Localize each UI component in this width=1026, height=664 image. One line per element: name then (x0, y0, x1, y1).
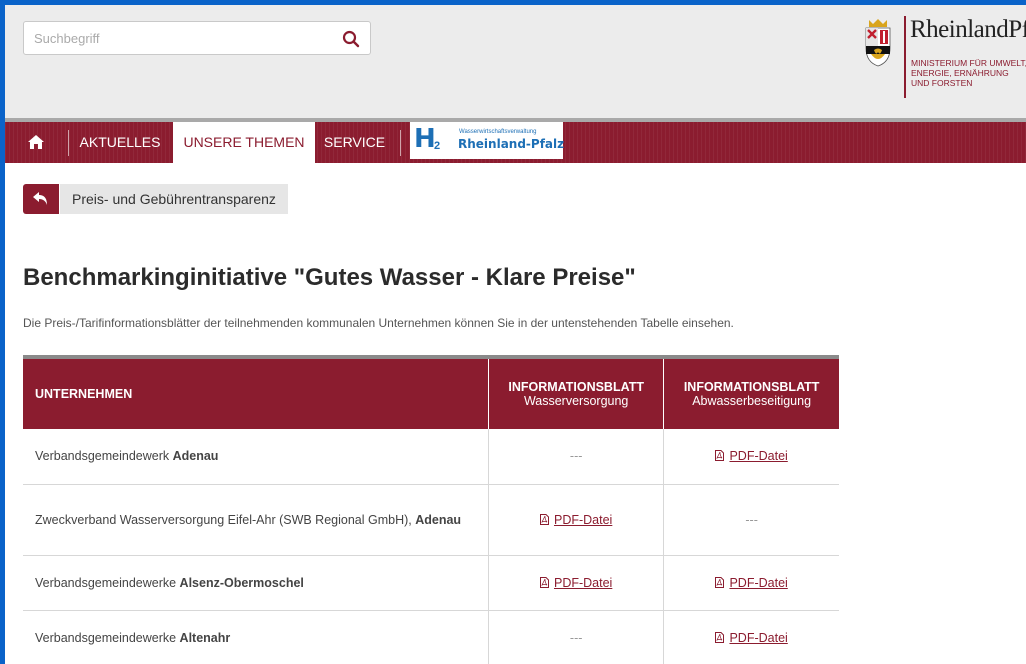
page-title: Benchmarkinginitiative "Gutes Wasser - K… (23, 264, 636, 291)
page: Rheinland⁠Pfal MINISTERIUM FÜR UMWELT, E… (5, 5, 1026, 664)
companies-table: UNTERNEHMEN INFORMATIONSBLATT Wasservers… (23, 355, 839, 664)
nav-separator (400, 130, 401, 156)
back-button[interactable] (23, 184, 59, 214)
nav-unsere-themen[interactable]: UNSERE THEMEN (173, 122, 315, 163)
partner-logo-small: Wasserwirtschaftsverwaltung (459, 129, 537, 135)
company-name: Verbandsgemeindewerke Altenahr (23, 610, 490, 664)
site-header: Rheinland⁠Pfal MINISTERIUM FÜR UMWELT, E… (5, 5, 1026, 118)
nav-aktuelles[interactable]: AKTUELLES (69, 122, 171, 163)
back-arrow-icon (33, 192, 47, 205)
home-icon (28, 135, 44, 149)
rlp-ministry-logo[interactable]: Rheinland⁠Pfal MINISTERIUM FÜR UMWELT, E… (863, 14, 1026, 104)
breadcrumb[interactable]: Preis- und Gebührentransparenz (60, 184, 288, 214)
page-intro: Die Preis-/Tarifinformationsblätter der … (23, 316, 734, 330)
search-icon[interactable] (342, 30, 360, 48)
table-row: Verbandsgemeindewerke Altenahr --- PDF-Dat… (23, 610, 839, 664)
header-waste: INFORMATIONSBLATT Abwasserbeseitigung (683, 380, 820, 408)
table-row: Verbandsgemeindewerk Adenau --- PDF-Datei (23, 429, 839, 485)
no-document: --- (745, 512, 758, 527)
nav-service[interactable]: SERVICE (316, 122, 393, 163)
water-cell: PDF-Datei (488, 555, 665, 611)
pdf-link[interactable]: PDF-Datei (539, 576, 612, 590)
pdf-icon (715, 631, 725, 643)
pdf-icon (539, 513, 549, 525)
waste-cell: PDF-Datei (663, 555, 839, 611)
water-cell: PDF-Datei (488, 484, 665, 556)
pdf-link[interactable]: PDF-Datei (715, 576, 788, 590)
table-row: Zweckverband Wasserversorgung Eifel-Ahr … (23, 484, 839, 556)
water-cell: --- (488, 610, 665, 664)
no-document: --- (569, 449, 583, 464)
search-input[interactable] (24, 22, 334, 54)
waste-cell: PDF-Datei (663, 610, 839, 664)
main-navigation: AKTUELLES UNSERE THEMEN SERVICE H 2 Wass… (5, 122, 1026, 163)
logo-divider (904, 16, 906, 98)
nav-home[interactable] (5, 122, 67, 163)
waste-cell: --- (663, 484, 839, 556)
table-row: Verbandsgemeindewerke Alsenz-Obermoschel… (23, 555, 839, 611)
logo-subtitle: MINISTERIUM FÜR UMWELT, ENERGIE, ERNÄHRU… (911, 58, 1026, 88)
coat-of-arms-icon (865, 19, 891, 67)
pdf-icon (715, 450, 725, 462)
pdf-icon (715, 576, 725, 588)
company-name: Verbandsgemeindewerk Adenau (23, 429, 490, 485)
search-box[interactable] (23, 21, 371, 55)
table-header-row: UNTERNEHMEN INFORMATIONSBLATT Wasservers… (23, 357, 839, 429)
water-cell: --- (488, 429, 665, 485)
wasserwirtschaft-logo[interactable]: H 2 Wasserwirtschaftsverwaltung Rheinlan… (410, 122, 565, 159)
h2o-mark: H (414, 124, 436, 154)
company-name: Verbandsgemeindewerke Alsenz-Obermoschel (23, 555, 490, 611)
no-document: --- (569, 630, 583, 645)
h2o-mark-sub: 2 (434, 140, 441, 152)
company-name: Zweckverband Wasserversorgung Eifel-Ahr … (23, 484, 490, 556)
header-company: UNTERNEHMEN (23, 357, 490, 429)
pdf-link[interactable]: PDF-Datei (715, 631, 788, 645)
partner-logo-big: Rheinland-Pfalz (458, 137, 565, 151)
pdf-link[interactable]: PDF-Datei (715, 449, 788, 463)
pdf-icon (539, 576, 549, 588)
waste-cell: PDF-Datei (663, 429, 839, 485)
logo-title: Rheinland⁠Pfal (910, 16, 1026, 43)
header-water: INFORMATIONSBLATT Wasserversorgung (488, 357, 665, 429)
pdf-link[interactable]: PDF-Datei (539, 513, 612, 527)
